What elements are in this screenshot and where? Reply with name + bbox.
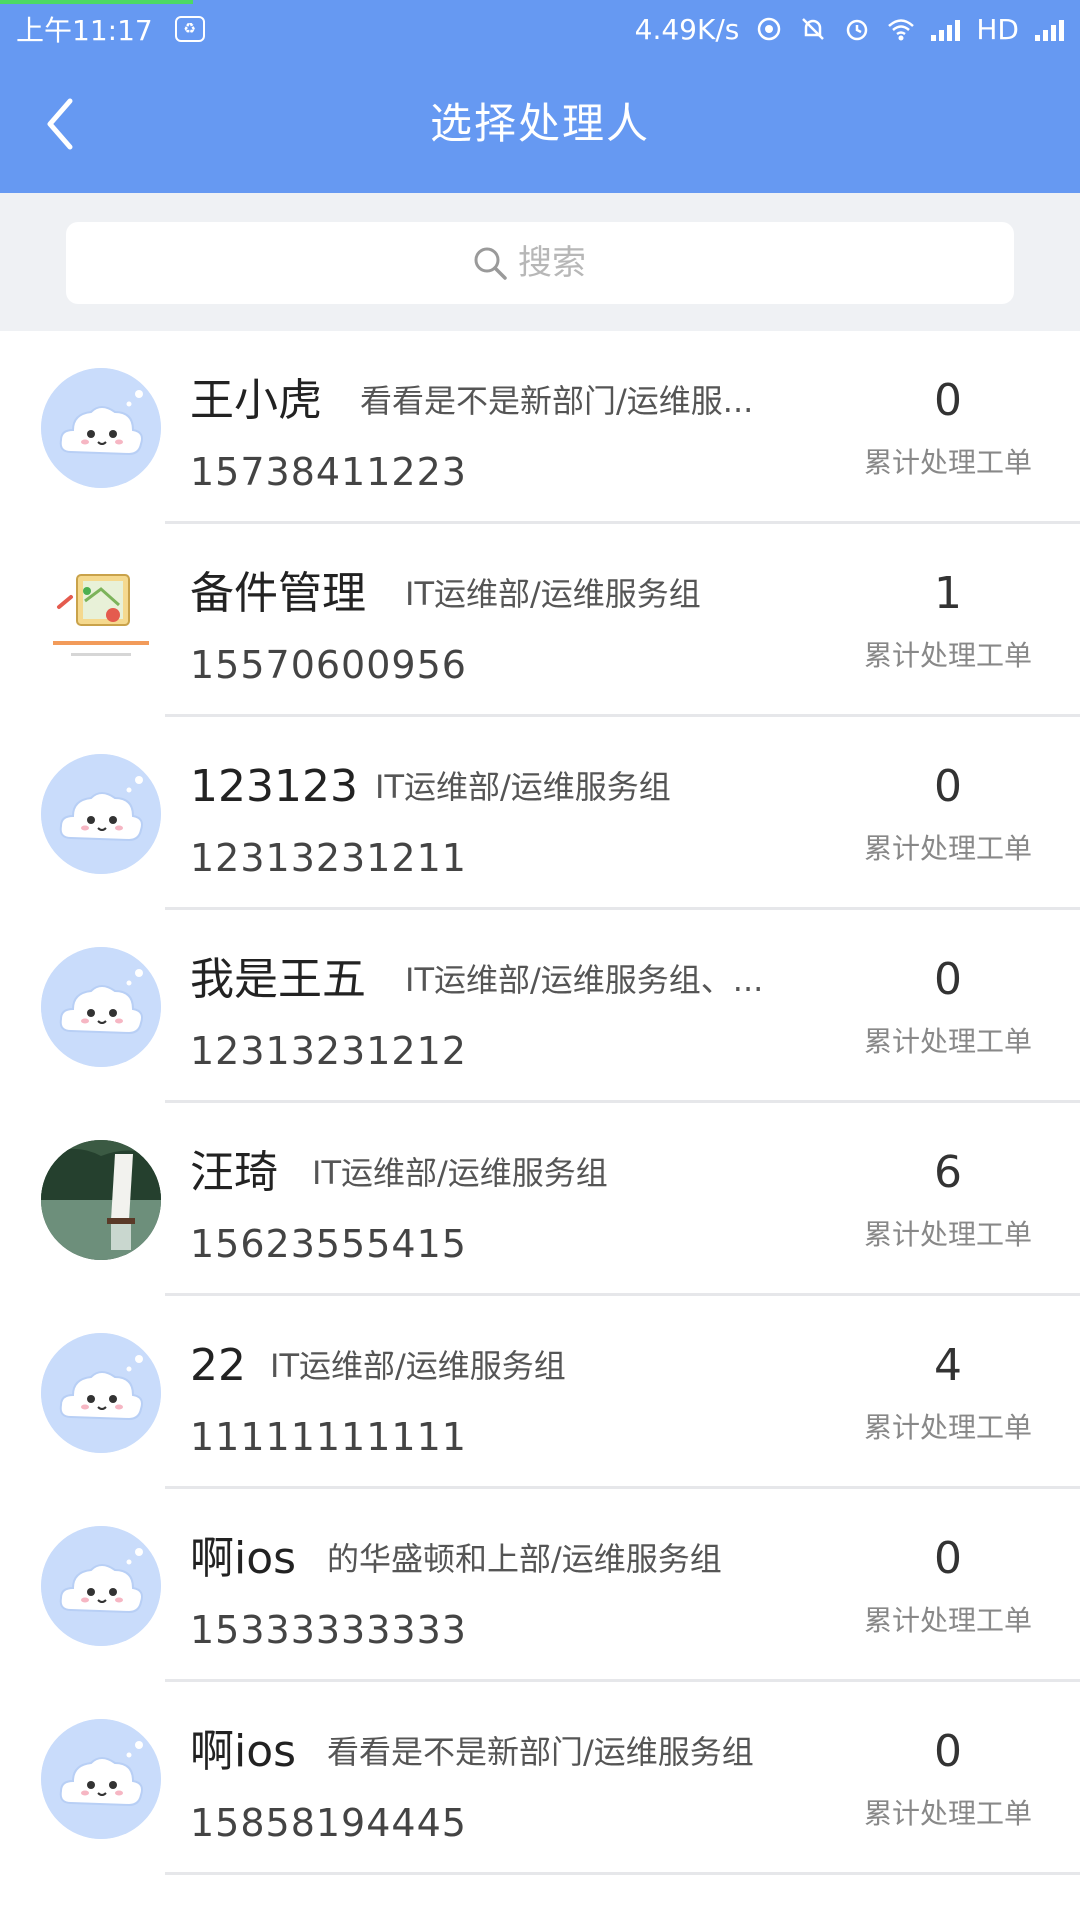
signal-icon <box>931 17 961 41</box>
signal-icon-2 <box>1035 17 1064 41</box>
user-name: 我是王五 <box>190 954 366 1005</box>
user-department: IT运维部/运维服务组 <box>312 1154 608 1192</box>
photo-avatar <box>41 1140 161 1260</box>
cloud-avatar <box>41 1719 161 1839</box>
user-row[interactable]: 我是王五 IT运维部/运维服务组、... 12313231212 0 累计处理工单 <box>0 910 1080 1103</box>
hotspot-icon <box>758 17 781 41</box>
user-department: IT运维部/运维服务组 <box>405 575 701 613</box>
user-row[interactable]: 22 IT运维部/运维服务组 11111111111 4 累计处理工单 <box>0 1296 1080 1489</box>
user-phone: 15570600956 <box>190 643 467 687</box>
user-phone: 12313231212 <box>190 1029 467 1073</box>
cloud-avatar <box>41 1526 161 1646</box>
user-row[interactable]: 备件管理 IT运维部/运维服务组 15570600956 1 累计处理工单 <box>0 524 1080 717</box>
user-phone: 12313231211 <box>190 836 467 880</box>
nav-bar: 选择处理人 <box>0 58 1080 193</box>
user-name: 22 <box>190 1340 246 1391</box>
user-name: 啊ios <box>190 1533 297 1584</box>
user-name: 123123 <box>190 761 358 812</box>
user-phone: 15858194445 <box>190 1801 467 1845</box>
ticket-count-label: 累计处理工单 <box>863 446 1032 479</box>
search-input[interactable] <box>518 243 608 283</box>
cloud-sync-icon: ♻ <box>174 16 205 42</box>
user-department: IT运维部/运维服务组、... <box>405 961 764 999</box>
user-department: IT运维部/运维服务组 <box>375 768 671 806</box>
user-department: 的华盛顿和上部/运维服务组 <box>327 1540 722 1578</box>
user-row[interactable]: 啊ios 看看是不是新部门/运维服务组 15858194445 0 累计处理工单 <box>0 1682 1080 1875</box>
row-divider <box>165 1872 1080 1875</box>
header-bar: 上午11:17 ♻ 4.49K/s HD 选择处理人 <box>0 0 1080 193</box>
page-title: 选择处理人 <box>429 99 650 148</box>
search-area <box>0 193 1080 331</box>
ticket-count: 0 <box>934 375 962 426</box>
ticket-count: 1 <box>934 568 962 619</box>
ticket-count: 6 <box>934 1147 962 1198</box>
cloud-avatar <box>41 368 161 488</box>
ticket-count: 0 <box>934 761 962 812</box>
ticket-count: 0 <box>934 954 962 1005</box>
ticket-count-label: 累计处理工单 <box>863 1411 1032 1444</box>
ticket-count: 0 <box>934 1726 962 1777</box>
cloud-avatar <box>41 1333 161 1453</box>
user-name: 王小虎 <box>190 375 322 426</box>
map-avatar <box>41 561 161 681</box>
ticket-count: 4 <box>934 1340 962 1391</box>
user-name: 啊ios <box>190 1726 297 1777</box>
user-list: 王小虎 看看是不是新部门/运维服... 15738411223 0 累计处理工单 备件管… <box>0 331 1080 1920</box>
ticket-count-label: 累计处理工单 <box>863 1218 1032 1251</box>
user-phone: 15738411223 <box>190 450 467 494</box>
status-time: 上午11:17 <box>16 14 153 47</box>
user-department: 看看是不是新部门/运维服务组 <box>327 1733 754 1771</box>
network-type: HD <box>976 12 1019 46</box>
status-bar: 上午11:17 ♻ 4.49K/s HD <box>0 0 1080 58</box>
ticket-count-label: 累计处理工单 <box>863 1797 1032 1830</box>
user-row[interactable]: 汪琦 IT运维部/运维服务组 15623555415 6 累计处理工单 <box>0 1103 1080 1296</box>
user-department: IT运维部/运维服务组 <box>270 1347 566 1385</box>
ticket-count: 0 <box>934 1533 962 1584</box>
user-name: 备件管理 <box>190 568 366 619</box>
ticket-count-label: 累计处理工单 <box>863 1025 1032 1058</box>
cloud-avatar <box>41 947 161 1067</box>
ticket-count-label: 累计处理工单 <box>863 1604 1032 1637</box>
cloud-avatar <box>41 754 161 874</box>
alarm-icon <box>847 19 868 41</box>
mute-bell-icon <box>802 18 825 40</box>
user-row[interactable]: 123123 IT运维部/运维服务组 12313231211 0 累计处理工单 <box>0 717 1080 910</box>
user-phone: 15623555415 <box>190 1222 467 1266</box>
user-phone: 15333333333 <box>190 1608 467 1652</box>
user-row[interactable]: 啊ios 的华盛顿和上部/运维服务组 15333333333 0 累计处理工单 <box>0 1489 1080 1682</box>
user-phone: 11111111111 <box>190 1415 467 1459</box>
user-name: 汪琦 <box>190 1147 278 1198</box>
net-speed: 4.49K/s <box>634 12 740 46</box>
ticket-count-label: 累计处理工单 <box>863 639 1032 672</box>
user-department: 看看是不是新部门/运维服... <box>360 382 754 420</box>
ticket-count-label: 累计处理工单 <box>863 832 1032 865</box>
search-icon <box>474 247 507 280</box>
wifi-icon <box>888 19 915 41</box>
search-box[interactable] <box>66 222 1014 304</box>
user-row[interactable]: 王小虎 看看是不是新部门/运维服... 15738411223 0 累计处理工单 <box>0 331 1080 524</box>
